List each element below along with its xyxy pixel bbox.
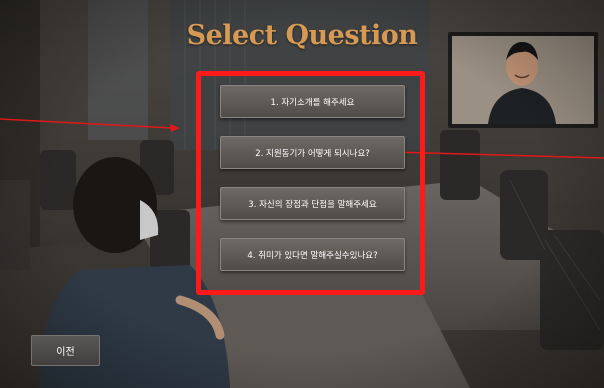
question-button-1[interactable]: 1. 자기소개를 해주세요 — [220, 85, 405, 118]
question-button-2[interactable]: 2. 지원동기가 어떻게 되시나요? — [220, 136, 405, 169]
question-button-4[interactable]: 4. 취미가 있다면 말해주실수있나요? — [220, 238, 405, 271]
question-button-3[interactable]: 3. 자신의 장점과 단점을 말해주세요 — [220, 187, 405, 220]
previous-button[interactable]: 이전 — [31, 335, 100, 366]
page-title: Select Question — [186, 20, 418, 51]
